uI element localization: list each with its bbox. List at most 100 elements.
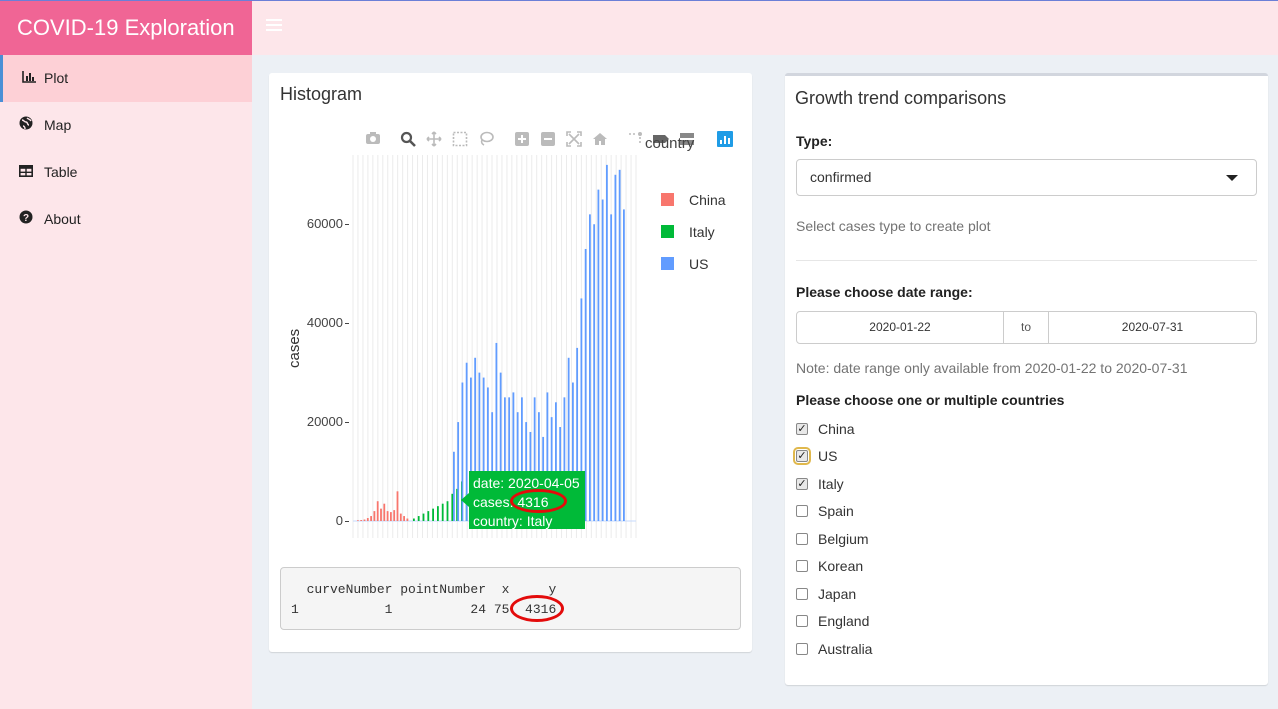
checkbox-label: US: [818, 448, 838, 464]
date-range-input: 2020-01-22 to 2020-07-31: [796, 311, 1257, 344]
bar-china[interactable]: [373, 511, 376, 521]
bar-china[interactable]: [393, 510, 396, 521]
legend-item-italy[interactable]: Italy: [661, 224, 715, 240]
controls-box: Growth trend comparisons Type: confirmed…: [785, 73, 1268, 685]
bar-us[interactable]: [618, 169, 621, 522]
date-range-label: Please choose date range:: [796, 284, 973, 300]
spike-lines-icon[interactable]: [626, 131, 644, 149]
bar-italy[interactable]: [441, 503, 444, 521]
y-tick-mark: [345, 323, 349, 325]
tooltip-country: country: Italy: [473, 513, 553, 529]
bar-china[interactable]: [363, 519, 366, 521]
legend-item-china[interactable]: China: [661, 192, 726, 208]
legend-label: US: [689, 256, 709, 272]
box-select-icon[interactable]: [451, 131, 469, 149]
date-start-input[interactable]: 2020-01-22: [797, 312, 1003, 343]
bar-us[interactable]: [589, 214, 591, 521]
y-tick-mark: [345, 521, 349, 522]
bar-china[interactable]: [403, 516, 405, 521]
bar-china[interactable]: [360, 520, 363, 521]
bar-italy[interactable]: [437, 506, 439, 521]
bar-china[interactable]: [357, 520, 359, 521]
bar-us[interactable]: [593, 224, 596, 522]
home-icon[interactable]: [591, 131, 609, 149]
zoom-out-icon[interactable]: [539, 131, 557, 149]
pan-icon[interactable]: [425, 131, 443, 149]
click-output: curveNumber pointNumber x y1 1 24 75 431…: [280, 567, 741, 630]
bar-italy[interactable]: [413, 518, 415, 521]
highlight-ellipse-output: [510, 595, 564, 622]
bar-italy[interactable]: [446, 501, 449, 521]
checkbox[interactable]: ✓: [793, 447, 811, 465]
checkbox-label: Spain: [818, 503, 854, 519]
question-circle-icon: ?: [18, 196, 34, 243]
type-select[interactable]: confirmed: [796, 159, 1257, 196]
checkbox[interactable]: [796, 615, 808, 627]
checkbox[interactable]: ✓: [796, 478, 808, 490]
sidebar-item-label: Plot: [44, 70, 69, 86]
bar-us[interactable]: [597, 189, 600, 521]
checkbox[interactable]: [796, 588, 808, 600]
y-tick-label: 40000: [306, 315, 343, 331]
checkbox[interactable]: [796, 505, 808, 517]
y-tick-label: 60000: [306, 216, 343, 232]
sidebar-item-plot[interactable]: Plot: [0, 55, 252, 102]
highlight-ellipse-tooltip: [510, 489, 567, 513]
checkbox[interactable]: [796, 643, 808, 655]
legend-swatch-china: [661, 193, 674, 206]
sidebar-item-table[interactable]: Table: [0, 149, 252, 196]
svg-text:?: ?: [23, 213, 29, 224]
bar-italy[interactable]: [422, 513, 425, 521]
legend-swatch-italy: [661, 225, 674, 238]
bar-us[interactable]: [457, 422, 460, 521]
sidebar-item-about[interactable]: ? About: [0, 196, 252, 243]
bar-us[interactable]: [601, 199, 604, 521]
bar-china[interactable]: [390, 512, 392, 521]
bar-china[interactable]: [380, 508, 382, 521]
checkbox-label: Korean: [818, 558, 864, 574]
bar-us[interactable]: [453, 451, 455, 521]
app-logo[interactable]: COVID-19 Exploration: [0, 1, 252, 55]
sidebar-item-map[interactable]: Map: [0, 102, 252, 149]
bar-us[interactable]: [614, 174, 617, 521]
checkbox[interactable]: [796, 560, 808, 572]
legend-label: Italy: [689, 224, 715, 240]
date-end-input[interactable]: 2020-07-31: [1049, 312, 1256, 343]
bar-us[interactable]: [606, 164, 608, 521]
autoscale-icon[interactable]: [565, 131, 583, 149]
bar-china[interactable]: [370, 516, 372, 521]
checkbox[interactable]: [796, 533, 808, 545]
bar-italy[interactable]: [417, 516, 420, 521]
type-select-value: confirmed: [810, 169, 872, 185]
bar-china[interactable]: [406, 518, 409, 521]
globe-icon: [18, 102, 34, 149]
bar-us[interactable]: [584, 248, 587, 522]
bar-china[interactable]: [366, 518, 369, 521]
bar-italy[interactable]: [451, 493, 454, 521]
bar-italy[interactable]: [427, 511, 430, 521]
checkbox[interactable]: ✓: [796, 423, 808, 435]
legend-item-us[interactable]: US: [661, 256, 709, 272]
legend-swatch-us: [661, 257, 674, 270]
zoom-icon[interactable]: [399, 131, 417, 149]
bar-italy[interactable]: [432, 508, 434, 521]
bar-china[interactable]: [396, 491, 399, 521]
bar-china[interactable]: [376, 501, 379, 521]
y-axis-label: cases: [286, 328, 303, 368]
sidebar-toggle-icon[interactable]: [266, 19, 282, 37]
checkbox-label: England: [818, 613, 870, 629]
sidebar: Plot Map Table ? About: [0, 55, 252, 709]
bar-us[interactable]: [610, 214, 613, 521]
zoom-in-icon[interactable]: [513, 131, 531, 149]
bar-china[interactable]: [383, 503, 386, 521]
bar-china[interactable]: [386, 511, 389, 521]
bar-chart-icon: [21, 55, 37, 102]
sidebar-item-label: About: [44, 211, 81, 227]
bar-china[interactable]: [399, 513, 402, 521]
type-help-text: Select cases type to create plot: [796, 218, 991, 234]
checkbox-label: Italy: [818, 476, 844, 492]
plotly-logo-icon[interactable]: [716, 131, 734, 149]
bar-us[interactable]: [623, 209, 625, 522]
lasso-select-icon[interactable]: [477, 131, 495, 149]
camera-icon[interactable]: [364, 131, 382, 149]
